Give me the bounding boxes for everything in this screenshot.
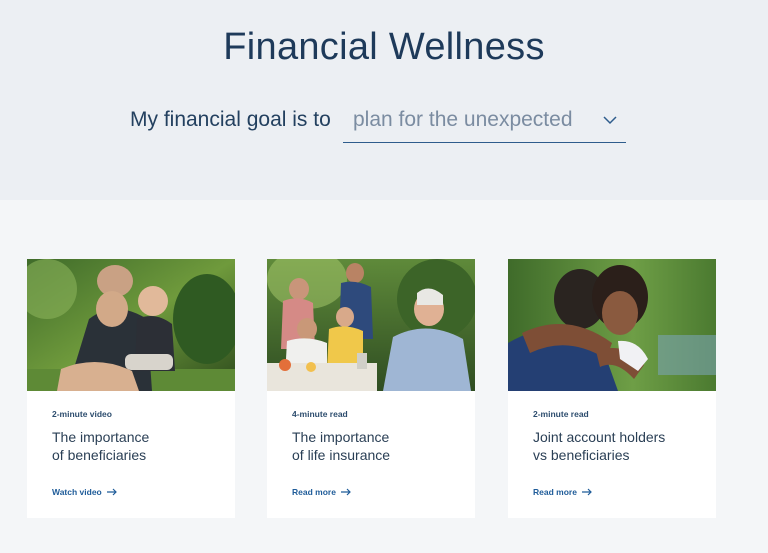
- card-meta: 2-minute video: [52, 409, 112, 419]
- card-link-label: Watch video: [52, 487, 102, 497]
- card-title-line: The importance: [52, 429, 150, 445]
- card-title: The importance of beneficiaries: [52, 428, 222, 464]
- grandfather-holding-baby-photo: [27, 259, 235, 391]
- article-card-joint-account[interactable]: 2-minute read Joint account holders vs b…: [508, 259, 716, 518]
- family-outdoor-gathering-photo: [267, 259, 475, 391]
- goal-dropdown-value: plan for the unexpected: [353, 108, 573, 131]
- card-title-line: of life insurance: [292, 447, 391, 463]
- card-title: The importance of life insurance: [292, 428, 462, 464]
- read-more-link[interactable]: Read more: [533, 487, 592, 497]
- page-title: Financial Wellness: [223, 26, 545, 68]
- article-card-beneficiaries[interactable]: 2-minute video The importance of benefic…: [27, 259, 235, 518]
- card-title-line: vs beneficiaries: [533, 447, 630, 463]
- card-title-line: Joint account holders: [533, 429, 666, 445]
- card-meta: 4-minute read: [292, 409, 348, 419]
- article-card-life-insurance[interactable]: 4-minute read The importance of life ins…: [267, 259, 475, 518]
- read-more-link[interactable]: Read more: [292, 487, 351, 497]
- chevron-down-icon: [602, 112, 618, 128]
- goal-dropdown[interactable]: plan for the unexpected: [343, 100, 626, 143]
- watch-video-link[interactable]: Watch video: [52, 487, 117, 497]
- card-title-line: The importance: [292, 429, 390, 445]
- father-daughter-hug-photo: [508, 259, 716, 391]
- goal-label: My financial goal is to: [130, 108, 331, 131]
- card-link-label: Read more: [533, 487, 577, 497]
- hero-section: Financial Wellness My financial goal is …: [0, 0, 768, 200]
- arrow-right-icon: [581, 488, 592, 496]
- card-title: Joint account holders vs beneficiaries: [533, 428, 703, 464]
- arrow-right-icon: [340, 488, 351, 496]
- card-link-label: Read more: [292, 487, 336, 497]
- arrow-right-icon: [106, 488, 117, 496]
- card-meta: 2-minute read: [533, 409, 589, 419]
- goal-selector-row: My financial goal is to plan for the une…: [0, 100, 768, 144]
- card-title-line: of beneficiaries: [52, 447, 147, 463]
